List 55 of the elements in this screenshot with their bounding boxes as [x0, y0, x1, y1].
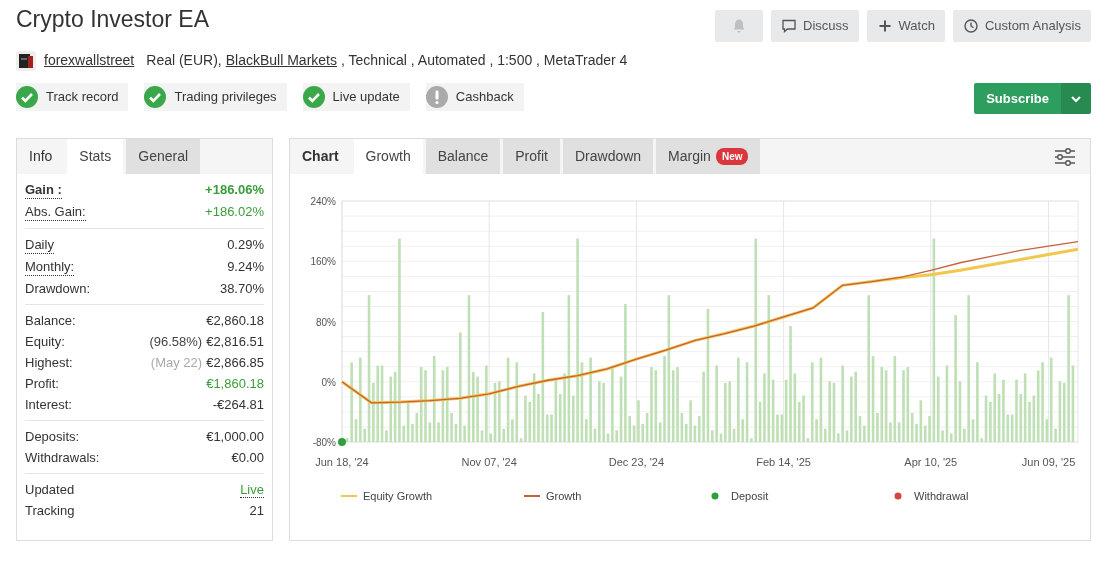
legend-label: Withdrawal	[914, 490, 969, 502]
axis-label: 0%	[321, 376, 336, 388]
stat-value: €2,816.51	[206, 334, 264, 349]
stat-value: +186.02%	[205, 204, 264, 219]
badge-label: Cashback	[455, 87, 514, 106]
legend-label: Growth	[546, 490, 582, 502]
stat-value: 9.24%	[227, 259, 264, 274]
axis-label: Nov 07, '24	[461, 456, 517, 468]
stat-value: €0.00	[231, 450, 264, 465]
stat-value: Live	[240, 482, 264, 498]
badge-label: Track record	[46, 87, 119, 106]
stat-label: Profit:	[25, 375, 59, 392]
axis-label: Dec 23, '24	[608, 456, 665, 468]
page-title: Crypto Investor EA	[16, 6, 210, 34]
stat-note: (May 22)	[150, 355, 203, 370]
axis-label: 240%	[310, 196, 336, 207]
legend-label: Equity Growth	[363, 490, 433, 502]
stat-label: Drawdown:	[25, 280, 91, 297]
axis-label: -80%	[312, 437, 336, 448]
stat-note: (96.58%)	[149, 334, 203, 349]
stat-label: Balance:	[25, 312, 76, 329]
stat-label: Tracking	[25, 502, 75, 519]
axis-label: Apr 10, '25	[904, 456, 958, 468]
stat-label: Monthly:	[25, 258, 75, 276]
stat-value: €2,860.18	[206, 313, 264, 328]
panel-heading: Chart	[301, 147, 340, 166]
legend-label: Deposit	[731, 490, 769, 502]
axis-label: 160%	[310, 256, 336, 268]
axis-label: Feb 14, '25	[756, 456, 811, 468]
stat-value: €1,000.00	[206, 429, 264, 444]
stat-label: Updated	[25, 481, 75, 498]
stat-value: -€264.81	[212, 397, 264, 412]
stat-value: €1,860.18	[206, 376, 264, 391]
stat-label: Interest:	[25, 396, 72, 413]
panel-heading: Info	[28, 147, 54, 166]
stat-label: Highest:	[25, 354, 73, 371]
stat-label: Deposits:	[25, 428, 80, 445]
stat-label: Daily	[25, 236, 54, 254]
stat-label: Equity:	[25, 333, 65, 350]
stat-value: +186.06%	[205, 182, 264, 197]
stat-value: 21	[249, 503, 264, 518]
stat-label: Withdrawals:	[25, 449, 100, 466]
stat-value: €2,866.85	[206, 355, 264, 370]
axis-label: 80%	[316, 316, 336, 328]
badge-label: Trading privileges	[174, 87, 277, 106]
stat-label: Gain :	[25, 181, 62, 199]
stat-label: Abs. Gain:	[25, 203, 86, 221]
stat-value: 0.29%	[227, 237, 264, 252]
axis-label: Jun 18, '24	[315, 456, 369, 468]
account-details: , Technical , Automated , 1:500 , MetaTrader 4	[341, 51, 628, 70]
badge-label: Live update	[332, 87, 400, 106]
account-details: Real (EUR),	[146, 51, 222, 70]
axis-label: Jun 09, '25	[1021, 456, 1076, 468]
stat-value: 38.70%	[219, 281, 264, 296]
new-badge: New	[715, 148, 749, 165]
